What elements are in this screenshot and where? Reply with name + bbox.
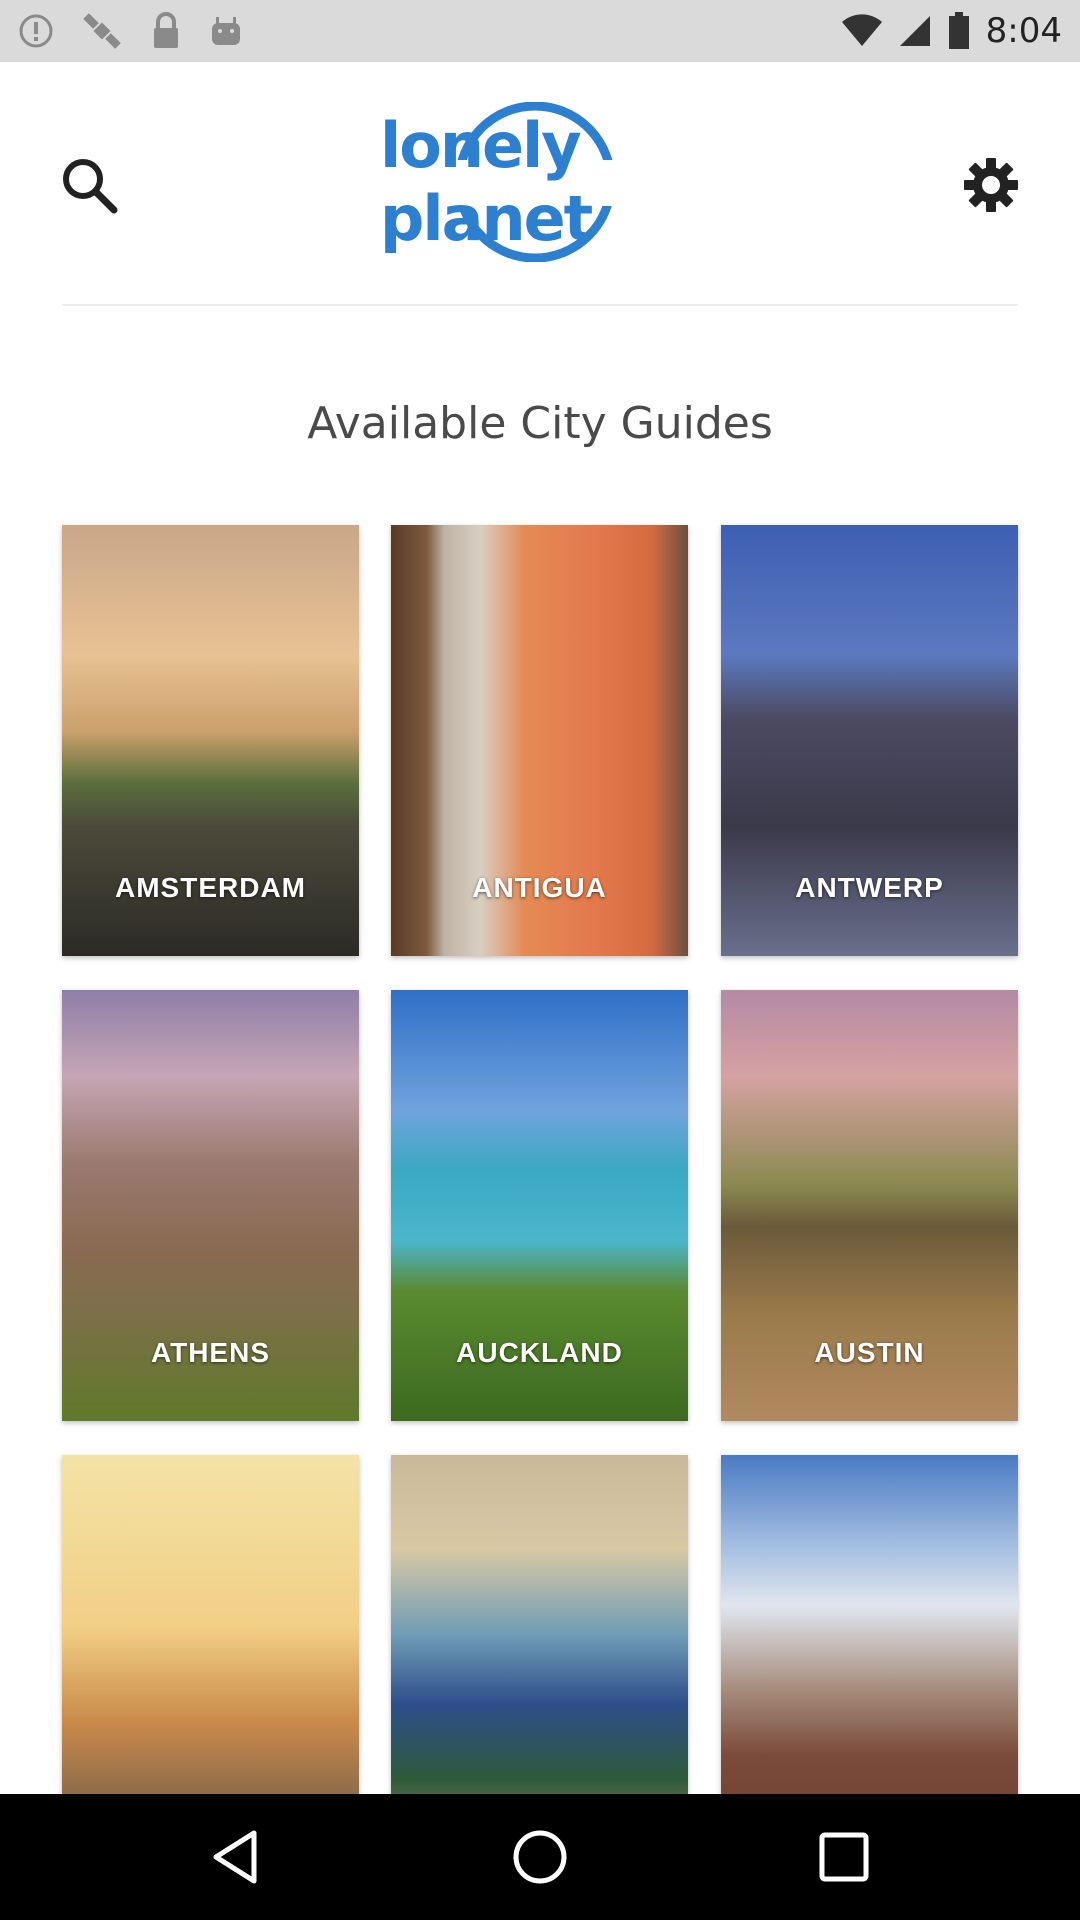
city-card-antwerp[interactable]: ANTWERP (721, 525, 1018, 956)
gear-icon (964, 158, 1018, 212)
lock-icon (154, 12, 178, 48)
city-image (391, 1455, 688, 1794)
lonely-planet-logo: lonely planet (380, 102, 700, 262)
status-time: 8:04 (985, 11, 1062, 51)
city-image (721, 1455, 1018, 1794)
city-card-austin[interactable]: AUSTIN (721, 990, 1018, 1421)
city-card-amsterdam[interactable]: AMSTERDAM (62, 525, 359, 956)
settings-button[interactable] (962, 156, 1020, 214)
app-content: lonely planet Available City Guides AMST… (0, 62, 1080, 1794)
city-card-auckland[interactable]: AUCKLAND (391, 990, 688, 1421)
android-icon (212, 17, 240, 45)
city-label: ANTWERP (795, 872, 944, 903)
recents-button[interactable] (814, 1827, 874, 1887)
cellular-icon (899, 16, 930, 46)
header-divider (62, 304, 1018, 306)
back-button[interactable] (206, 1827, 266, 1887)
back-icon (213, 1830, 257, 1884)
city-label: AMSTERDAM (115, 872, 306, 903)
wifi-icon (841, 14, 882, 46)
home-button[interactable] (510, 1827, 570, 1887)
home-icon (513, 1830, 567, 1884)
satellite-icon (83, 13, 121, 49)
city-card-antigua[interactable]: ANTIGUA (391, 525, 688, 956)
recents-icon (819, 1832, 869, 1882)
search-icon (63, 159, 118, 214)
alert-icon (19, 14, 53, 48)
logo-text: lonely planet (380, 109, 593, 255)
city-label: AUSTIN (814, 1337, 925, 1368)
search-button[interactable] (60, 156, 118, 214)
status-bar: 8:04 (0, 0, 1080, 62)
battery-icon (948, 12, 969, 49)
city-label: ANTIGUA (472, 872, 607, 903)
city-image (62, 1455, 359, 1794)
app-header: lonely planet (0, 62, 1080, 302)
city-label: ATHENS (150, 1337, 271, 1368)
city-card-8[interactable] (391, 1455, 688, 1794)
city-card-9[interactable] (721, 1455, 1018, 1794)
section-title: Available City Guides (307, 398, 773, 449)
city-card-athens[interactable]: ATHENS (62, 990, 359, 1421)
city-card-7[interactable] (62, 1455, 359, 1794)
navigation-bar (0, 1794, 1080, 1920)
city-label: AUCKLAND (456, 1337, 623, 1368)
